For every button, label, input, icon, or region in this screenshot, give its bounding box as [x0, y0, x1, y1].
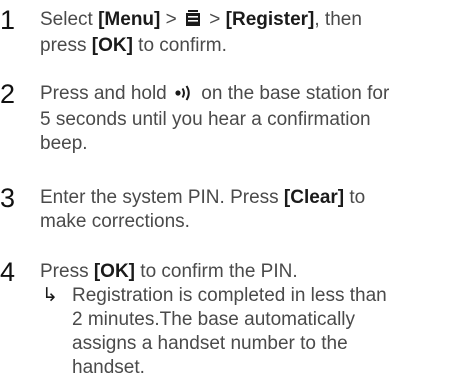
separator: > — [160, 9, 183, 30]
step-text: Press and hold — [40, 83, 173, 104]
menu-key-label: [Menu] — [98, 9, 161, 30]
result-text: assigns a handset number to the — [72, 333, 348, 354]
step-text: Select — [40, 9, 99, 30]
ok-key-label: [OK] — [93, 261, 136, 282]
step-number: 2 — [0, 79, 16, 109]
register-key-label: [Register] — [225, 9, 315, 30]
step-4: 4 Press [OK] to confirm the PIN. ↳ Regis… — [0, 257, 387, 380]
step-text: beep. — [40, 133, 88, 154]
clear-key-label: [Clear] — [283, 187, 345, 208]
step-number: 3 — [0, 183, 16, 213]
step-text: to — [344, 187, 366, 208]
result-text: 2 minutes.The base automatically — [72, 309, 356, 330]
step-2-line-1: Press and hold on the base station for — [40, 82, 389, 108]
step-text: Press — [40, 261, 94, 282]
step-4-line-1: Press [OK] to confirm the PIN. — [40, 260, 387, 284]
step-3-line-1: Enter the system PIN. Press [Clear] to — [40, 186, 365, 210]
separator: > — [204, 9, 226, 30]
step-text: , then — [314, 9, 362, 30]
step-text: to confirm. — [132, 35, 227, 56]
step-2: 2 Press and hold on the base station for… — [0, 79, 389, 156]
paging-icon — [174, 83, 194, 108]
step-result: ↳ Registration is completed in less than… — [40, 284, 387, 380]
ok-key-label: [OK] — [91, 35, 133, 56]
result-text: Registration is completed in less than — [72, 285, 387, 306]
step-text: 5 seconds until you hear a confirmation — [40, 109, 371, 130]
step-1: 1 Select [Menu] > > [Register], then pre… — [0, 5, 362, 58]
step-3: 3 Enter the system PIN. Press [Clear] to… — [0, 183, 365, 234]
step-number: 4 — [0, 257, 16, 287]
result-arrow-icon: ↳ — [42, 285, 58, 306]
step-text: on the base station for — [196, 83, 390, 104]
step-number: 1 — [0, 5, 16, 35]
step-1-line-2: press [OK] to confirm. — [40, 34, 362, 58]
step-text: Enter the system PIN. Press — [40, 187, 284, 208]
step-1-line-1: Select [Menu] > > [Register], then — [40, 8, 362, 34]
step-text: make corrections. — [40, 211, 190, 232]
step-text: to confirm the PIN. — [135, 261, 298, 282]
result-text: handset. — [72, 357, 145, 378]
step-text: press — [40, 35, 92, 56]
phonebook-icon — [184, 9, 202, 34]
